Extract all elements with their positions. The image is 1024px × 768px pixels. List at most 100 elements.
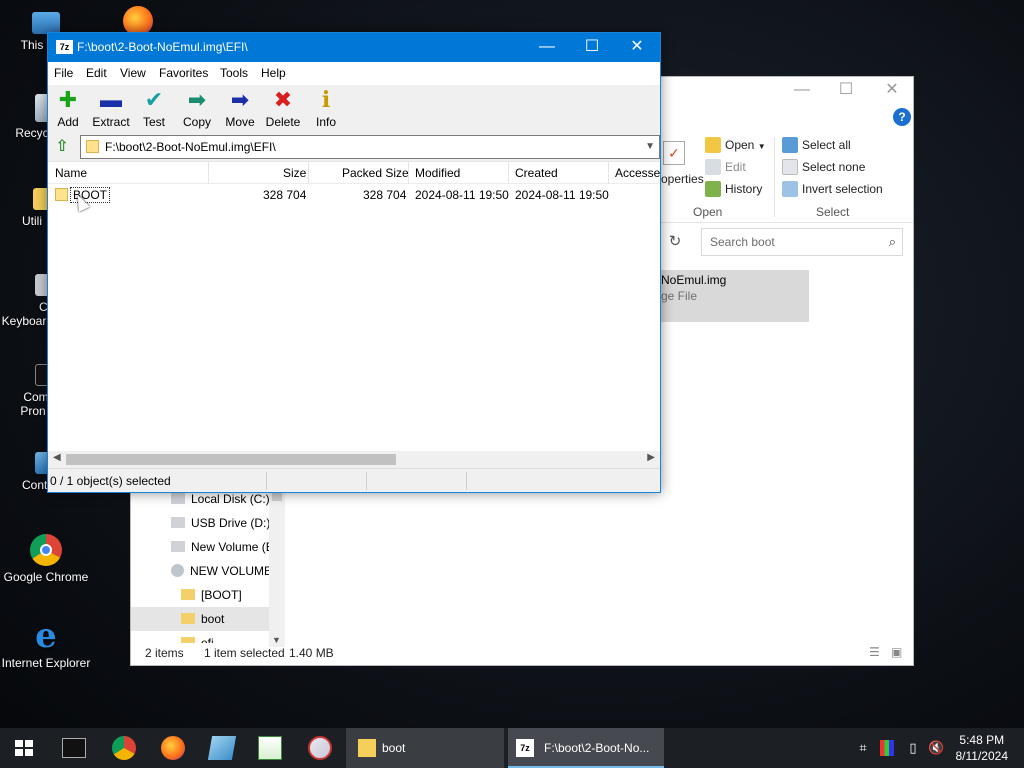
chevron-down-icon[interactable]: ▼	[645, 136, 655, 158]
nav-item-boot-bracket[interactable]: [BOOT]	[181, 583, 242, 607]
refresh-button[interactable]: ↻	[661, 228, 689, 256]
sevenzip-window: 7z F:\boot\2-Boot-NoEmul.img\EFI\ — ☐ ✕ …	[47, 32, 661, 493]
sevenzip-titlebar: 7z F:\boot\2-Boot-NoEmul.img\EFI\ — ☐ ✕	[48, 33, 660, 62]
details-view-icon[interactable]: ☰	[869, 645, 880, 659]
clock-date: 8/11/2024	[955, 749, 1009, 763]
taskbar-explorer-boot[interactable]: boot	[346, 728, 504, 768]
nav-item-new-volume[interactable]: NEW VOLUME	[171, 559, 272, 583]
column-separator[interactable]	[408, 162, 409, 184]
minimize-button[interactable]: —	[524, 33, 570, 62]
display-icon[interactable]	[880, 740, 894, 756]
nav-item-boot[interactable]: boot	[131, 607, 269, 631]
internet-explorer-icon: e	[35, 616, 57, 656]
menu-tools[interactable]: Tools	[220, 66, 248, 80]
taskbar-task-label: F:\boot\2-Boot-No...	[544, 741, 650, 755]
column-header-packed-size[interactable]: Packed Size	[342, 166, 409, 180]
usb-eject-icon[interactable]: ▯	[906, 740, 920, 756]
menu-favorites[interactable]: Favorites	[159, 66, 208, 80]
chrome-taskbar-icon[interactable]	[112, 736, 136, 760]
move-button[interactable]: ➡ Move	[220, 88, 260, 130]
scroll-left-arrow-icon[interactable]: ◀	[53, 452, 61, 463]
menu-view[interactable]: View	[120, 66, 146, 80]
explorer-close-button[interactable]: ✕	[869, 77, 915, 104]
taskbar-7zip[interactable]: 7z F:\boot\2-Boot-No...	[508, 728, 664, 768]
help-icon[interactable]: ?	[893, 108, 911, 126]
notepad-taskbar-icon[interactable]	[207, 736, 237, 760]
column-separator[interactable]	[508, 162, 509, 184]
nav-item-label: New Volume (E	[191, 540, 274, 554]
test-icon: ✔	[144, 87, 164, 112]
explorer-minimize-button[interactable]: —	[779, 77, 825, 104]
close-button[interactable]: ✕	[614, 33, 660, 62]
test-button[interactable]: ✔ Test	[134, 87, 174, 130]
properties-label: operties	[661, 172, 704, 186]
paint-taskbar-icon[interactable]	[308, 736, 332, 760]
explorer-statusbar: 2 items 1 item selected 1.40 MB ☰ ▣	[131, 641, 913, 665]
ribbon-history-button[interactable]: History	[705, 181, 762, 197]
menu-file[interactable]: File	[54, 66, 73, 80]
add-button[interactable]: ✚ Add	[48, 87, 88, 130]
nav-item-new-volume-e[interactable]: New Volume (E	[171, 535, 274, 559]
column-separator[interactable]	[608, 162, 609, 184]
nav-scrollbar[interactable]: ▼	[269, 487, 285, 647]
ribbon-edit-button[interactable]: Edit	[705, 159, 746, 175]
table-row[interactable]: BOOT 328 704 328 704 2024-08-11 19:50 20…	[48, 185, 660, 205]
file-type: ge File	[661, 289, 698, 303]
invert-selection-icon	[782, 181, 798, 197]
large-icons-view-icon[interactable]: ▣	[891, 645, 902, 659]
ribbon-group-select-label: Select	[816, 205, 850, 219]
column-header-name[interactable]: Name	[55, 166, 87, 180]
desktop-icon-google-chrome[interactable]: Google Chrome	[0, 534, 92, 584]
search-input[interactable]: Search boot ⌕	[701, 228, 903, 256]
start-button[interactable]	[0, 728, 48, 768]
column-header-modified[interactable]: Modified	[415, 166, 460, 180]
up-folder-button[interactable]: ⇧	[51, 136, 73, 158]
extract-button[interactable]: ▬ Extract	[91, 88, 131, 130]
network-icon[interactable]: ⌗	[856, 740, 870, 756]
menu-edit[interactable]: Edit	[86, 66, 107, 80]
status-selected-size: 1.40 MB	[289, 646, 334, 660]
search-placeholder: Search boot	[710, 235, 775, 249]
task-manager-taskbar-icon[interactable]	[258, 736, 282, 760]
volume-muted-icon[interactable]: 🔇	[928, 740, 944, 756]
command-prompt-taskbar-icon[interactable]	[62, 738, 86, 758]
copy-button[interactable]: ➡ Copy	[177, 87, 217, 130]
explorer-maximize-button[interactable]: ☐	[823, 77, 869, 104]
select-all-button[interactable]: Select all	[782, 137, 851, 153]
select-none-label: Select none	[802, 160, 866, 174]
nav-item-usb-drive[interactable]: USB Drive (D:)	[171, 511, 270, 535]
ribbon-edit-label: Edit	[725, 160, 746, 174]
ribbon-open-button[interactable]: Open ▼	[705, 137, 766, 153]
status-selected-count: 1 item selected	[204, 646, 285, 660]
chevron-down-icon: ▼	[757, 142, 766, 151]
select-none-button[interactable]: Select none	[782, 159, 865, 175]
column-header-size[interactable]: Size	[283, 166, 306, 180]
invert-selection-button[interactable]: Invert selection	[782, 181, 883, 197]
info-button[interactable]: i Info	[306, 88, 346, 129]
horizontal-scroll-thumb[interactable]	[66, 454, 396, 465]
maximize-button[interactable]: ☐	[569, 33, 615, 62]
firefox-taskbar-icon[interactable]	[161, 736, 185, 760]
desktop-icon-label: Google Chrome	[3, 570, 89, 584]
clock[interactable]: 5:48 PM 8/11/2024	[956, 732, 1009, 764]
column-header-created[interactable]: Created	[515, 166, 558, 180]
delete-icon: ✖	[273, 87, 293, 112]
row-modified: 2024-08-11 19:50	[415, 188, 509, 202]
delete-button[interactable]: ✖ Delete	[263, 87, 303, 130]
properties-button[interactable]: ✓ operties	[661, 137, 704, 197]
path-input[interactable]: F:\boot\2-Boot-NoEmul.img\EFI\ ▼	[80, 135, 660, 159]
horizontal-scrollbar[interactable]: ◀ ▶	[48, 451, 660, 468]
desktop-icon-internet-explorer[interactable]: e Internet Explorer	[0, 616, 92, 670]
menu-help[interactable]: Help	[261, 66, 286, 80]
copy-icon: ➡	[187, 87, 207, 112]
column-separator[interactable]	[308, 162, 309, 184]
scroll-right-arrow-icon[interactable]: ▶	[647, 452, 655, 463]
column-header-accessed[interactable]: Accesse	[615, 166, 660, 180]
taskbar-task-label: boot	[382, 741, 406, 755]
nav-item-label: USB Drive (D:)	[191, 516, 271, 530]
edit-icon	[705, 159, 721, 175]
test-label: Test	[142, 115, 165, 129]
column-separator[interactable]	[208, 162, 209, 184]
add-icon: ✚	[58, 87, 78, 112]
selected-file-item[interactable]: NoEmul.img ge File	[661, 270, 809, 322]
